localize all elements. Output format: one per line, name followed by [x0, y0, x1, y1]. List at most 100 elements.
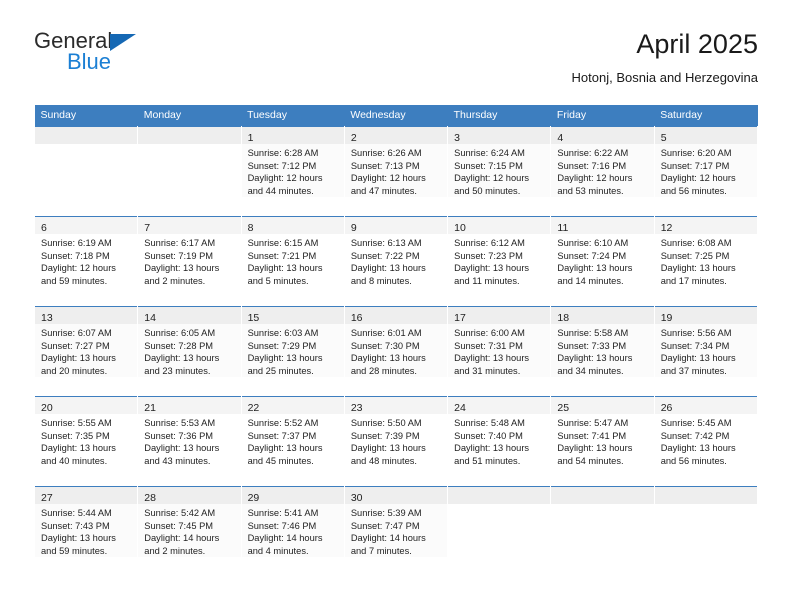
calendar-day[interactable]: 4 Sunrise: 6:22 AM Sunset: 7:16 PM Daylight…: [551, 127, 654, 216]
day-detail: Sunrise: 5:41 AM Sunset: 7:46 PM Daylight:…: [241, 504, 344, 558]
brand-logo[interactable]: General Blue: [34, 28, 214, 84]
calendar-day[interactable]: 25 Sunrise: 5:47 AM Sunset: 7:41 PM Dayligh…: [551, 397, 654, 486]
calendar-day-cell[interactable]: 17 Sunrise: 6:00 AM Sunset: 7:31 PM Dayligh…: [447, 306, 552, 397]
calendar-day[interactable]: 18 Sunrise: 5:58 AM Sunset: 7:33 PM Dayligh…: [551, 307, 654, 396]
calendar-day-cell[interactable]: 6 Sunrise: 6:19 AM Sunset: 7:18 PM Daylight…: [33, 216, 139, 307]
calendar-week-row: 6 Sunrise: 6:19 AM Sunset: 7:18 PM Daylight…: [33, 216, 759, 307]
calendar-day[interactable]: 11 Sunrise: 6:10 AM Sunset: 7:24 PM Dayligh…: [551, 217, 654, 306]
calendar-day[interactable]: 6 Sunrise: 6:19 AM Sunset: 7:18 PM Daylight…: [35, 217, 138, 306]
calendar-day-cell[interactable]: 26 Sunrise: 5:45 AM Sunset: 7:42 PM Dayligh…: [653, 396, 759, 487]
calendar-day[interactable]: 8 Sunrise: 6:15 AM Sunset: 7:21 PM Daylight…: [241, 217, 344, 306]
calendar-day-cell[interactable]: 20 Sunrise: 5:55 AM Sunset: 7:35 PM Dayligh…: [33, 396, 139, 487]
calendar-day-cell[interactable]: 2 Sunrise: 6:26 AM Sunset: 7:13 PM Daylight…: [343, 126, 449, 217]
day-number: 15: [247, 312, 260, 324]
calendar-day[interactable]: 30 Sunrise: 5:39 AM Sunset: 7:47 PM Dayligh…: [344, 487, 448, 576]
calendar-day[interactable]: 1 Sunrise: 6:28 AM Sunset: 7:12 PM Daylight…: [241, 127, 344, 216]
calendar-day-cell[interactable]: 30 Sunrise: 5:39 AM Sunset: 7:47 PM Dayligh…: [343, 486, 449, 576]
page-title: April 2025: [636, 29, 758, 59]
sunset-time: Sunset: 7:47 PM: [350, 520, 420, 531]
calendar-day[interactable]: 13 Sunrise: 6:07 AM Sunset: 7:27 PM Dayligh…: [35, 307, 138, 396]
calendar-day[interactable]: 9 Sunrise: 6:13 AM Sunset: 7:22 PM Daylight…: [344, 217, 448, 306]
calendar-day-cell[interactable]: 11 Sunrise: 6:10 AM Sunset: 7:24 PM Dayligh…: [550, 216, 655, 307]
calendar-day-cell[interactable]: 18 Sunrise: 5:58 AM Sunset: 7:33 PM Dayligh…: [550, 306, 655, 397]
calendar-day-cell[interactable]: [447, 486, 552, 576]
calendar-day-cell[interactable]: [33, 126, 139, 217]
sunrise-time: Sunrise: 6:15 AM: [247, 238, 319, 248]
calendar-day[interactable]: 3 Sunrise: 6:24 AM Sunset: 7:15 PM Daylight…: [448, 127, 551, 216]
calendar-day-cell[interactable]: 12 Sunrise: 6:08 AM Sunset: 7:25 PM Dayligh…: [653, 216, 759, 307]
day-number-strip: 29: [241, 487, 344, 504]
daylight-duration-line2: and 56 minutes.: [660, 185, 727, 196]
sunset-time: Sunset: 7:25 PM: [660, 250, 730, 261]
calendar-day-cell[interactable]: [550, 486, 655, 576]
calendar-day-cell[interactable]: 7 Sunrise: 6:17 AM Sunset: 7:19 PM Daylight…: [137, 216, 242, 307]
day-number-strip: 3: [448, 127, 551, 144]
sunrise-time: Sunrise: 6:28 AM: [247, 148, 319, 158]
calendar-day[interactable]: 16 Sunrise: 6:01 AM Sunset: 7:30 PM Dayligh…: [344, 307, 448, 396]
day-detail: Sunrise: 6:20 AM Sunset: 7:17 PM Daylight:…: [654, 144, 757, 198]
calendar-day[interactable]: 12 Sunrise: 6:08 AM Sunset: 7:25 PM Dayligh…: [654, 217, 757, 306]
daylight-duration-line2: and 8 minutes.: [350, 275, 412, 286]
calendar-day-cell[interactable]: 16 Sunrise: 6:01 AM Sunset: 7:30 PM Dayligh…: [343, 306, 449, 397]
calendar-day[interactable]: 26 Sunrise: 5:45 AM Sunset: 7:42 PM Dayligh…: [654, 397, 757, 486]
calendar-day[interactable]: 19 Sunrise: 5:56 AM Sunset: 7:34 PM Dayligh…: [654, 307, 757, 396]
calendar-day-cell[interactable]: 22 Sunrise: 5:52 AM Sunset: 7:37 PM Dayligh…: [240, 396, 345, 487]
calendar-day-cell[interactable]: 25 Sunrise: 5:47 AM Sunset: 7:41 PM Dayligh…: [550, 396, 655, 487]
day-number-strip: 7: [138, 217, 241, 234]
calendar-day[interactable]: 7 Sunrise: 6:17 AM Sunset: 7:19 PM Daylight…: [138, 217, 241, 306]
calendar-day-cell[interactable]: 13 Sunrise: 6:07 AM Sunset: 7:27 PM Dayligh…: [33, 306, 139, 397]
daylight-duration-line1: Daylight: 13 hours: [350, 263, 426, 274]
daylight-duration-line1: Daylight: 13 hours: [247, 443, 323, 454]
calendar-day[interactable]: 28 Sunrise: 5:42 AM Sunset: 7:45 PM Dayligh…: [138, 487, 241, 576]
sunset-time: Sunset: 7:34 PM: [660, 340, 730, 351]
page-subtitle: Hotonj, Bosnia and Herzegovina: [571, 70, 758, 85]
day-number: 4: [557, 132, 564, 144]
calendar-day-cell[interactable]: 3 Sunrise: 6:24 AM Sunset: 7:15 PM Daylight…: [447, 126, 552, 217]
day-number-strip: 18: [551, 307, 654, 324]
calendar-day-empty: [448, 487, 551, 576]
daylight-duration-line2: and 31 minutes.: [454, 365, 521, 376]
sunrise-time: Sunrise: 5:56 AM: [660, 328, 732, 338]
day-number-strip: 4: [551, 127, 654, 144]
calendar-day[interactable]: 2 Sunrise: 6:26 AM Sunset: 7:13 PM Daylight…: [344, 127, 448, 216]
calendar-day-cell[interactable]: 4 Sunrise: 6:22 AM Sunset: 7:16 PM Daylight…: [550, 126, 655, 217]
calendar-day[interactable]: 15 Sunrise: 6:03 AM Sunset: 7:29 PM Dayligh…: [241, 307, 344, 396]
calendar-day-cell[interactable]: 24 Sunrise: 5:48 AM Sunset: 7:40 PM Dayligh…: [447, 396, 552, 487]
calendar-day[interactable]: 29 Sunrise: 5:41 AM Sunset: 7:46 PM Dayligh…: [241, 487, 344, 576]
calendar-day-cell[interactable]: 14 Sunrise: 6:05 AM Sunset: 7:28 PM Dayligh…: [137, 306, 242, 397]
day-number-strip: 2: [344, 127, 448, 144]
calendar-day[interactable]: 27 Sunrise: 5:44 AM Sunset: 7:43 PM Dayligh…: [35, 487, 138, 576]
daylight-duration-line1: Daylight: 13 hours: [144, 353, 220, 364]
calendar-day-cell[interactable]: 27 Sunrise: 5:44 AM Sunset: 7:43 PM Dayligh…: [33, 486, 139, 576]
calendar-day[interactable]: 10 Sunrise: 6:12 AM Sunset: 7:23 PM Dayligh…: [448, 217, 551, 306]
calendar-day-cell[interactable]: [653, 486, 759, 576]
calendar-day-cell[interactable]: 1 Sunrise: 6:28 AM Sunset: 7:12 PM Daylight…: [240, 126, 345, 217]
calendar-day[interactable]: 5 Sunrise: 6:20 AM Sunset: 7:17 PM Daylight…: [654, 127, 757, 216]
calendar-day-cell[interactable]: 23 Sunrise: 5:50 AM Sunset: 7:39 PM Dayligh…: [343, 396, 449, 487]
day-number-strip: 26: [654, 397, 757, 414]
calendar-day-cell[interactable]: 15 Sunrise: 6:03 AM Sunset: 7:29 PM Dayligh…: [240, 306, 345, 397]
calendar-day-cell[interactable]: 28 Sunrise: 5:42 AM Sunset: 7:45 PM Dayligh…: [137, 486, 242, 576]
day-number: 22: [247, 402, 260, 414]
calendar-day-cell[interactable]: 8 Sunrise: 6:15 AM Sunset: 7:21 PM Daylight…: [240, 216, 345, 307]
sunset-time: Sunset: 7:22 PM: [350, 250, 420, 261]
calendar-day-cell[interactable]: 5 Sunrise: 6:20 AM Sunset: 7:17 PM Daylight…: [653, 126, 759, 217]
calendar-day-cell[interactable]: 19 Sunrise: 5:56 AM Sunset: 7:34 PM Dayligh…: [653, 306, 759, 397]
daylight-duration-line1: Daylight: 14 hours: [350, 533, 426, 544]
calendar-day[interactable]: 24 Sunrise: 5:48 AM Sunset: 7:40 PM Dayligh…: [448, 397, 551, 486]
calendar-day[interactable]: 14 Sunrise: 6:05 AM Sunset: 7:28 PM Dayligh…: [138, 307, 241, 396]
calendar-day-cell[interactable]: 9 Sunrise: 6:13 AM Sunset: 7:22 PM Daylight…: [343, 216, 449, 307]
calendar-day[interactable]: 22 Sunrise: 5:52 AM Sunset: 7:37 PM Dayligh…: [241, 397, 344, 486]
sunset-time: Sunset: 7:19 PM: [144, 250, 214, 261]
calendar-day[interactable]: 20 Sunrise: 5:55 AM Sunset: 7:35 PM Dayligh…: [35, 397, 138, 486]
sunrise-time: Sunrise: 6:20 AM: [660, 148, 732, 158]
calendar-day[interactable]: 17 Sunrise: 6:00 AM Sunset: 7:31 PM Dayligh…: [448, 307, 551, 396]
weekday-header-thursday: Thursday: [447, 105, 551, 127]
calendar-day-cell[interactable]: 21 Sunrise: 5:53 AM Sunset: 7:36 PM Dayligh…: [137, 396, 242, 487]
calendar-day[interactable]: 21 Sunrise: 5:53 AM Sunset: 7:36 PM Dayligh…: [138, 397, 241, 486]
calendar-day-cell[interactable]: 10 Sunrise: 6:12 AM Sunset: 7:23 PM Dayligh…: [447, 216, 552, 307]
calendar-day-cell[interactable]: [137, 126, 242, 217]
calendar-day-cell[interactable]: 29 Sunrise: 5:41 AM Sunset: 7:46 PM Dayligh…: [240, 486, 345, 576]
daylight-duration-line2: and 45 minutes.: [247, 455, 314, 466]
calendar-day[interactable]: 23 Sunrise: 5:50 AM Sunset: 7:39 PM Dayligh…: [344, 397, 448, 486]
